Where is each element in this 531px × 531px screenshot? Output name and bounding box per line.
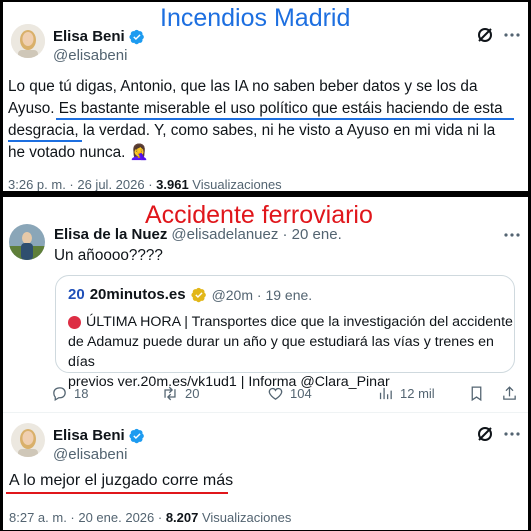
like-count: 104	[290, 386, 312, 401]
reply-icon	[53, 387, 66, 402]
analytics-icon	[379, 387, 392, 400]
overlay-title-incendios: Incendios Madrid	[160, 4, 351, 32]
retweet-button[interactable]: 20	[161, 385, 267, 402]
views-button[interactable]: 12 mil	[377, 385, 435, 402]
reply-count: 18	[74, 386, 89, 401]
retweet-count: 20	[185, 386, 200, 401]
quoted-tweet[interactable]: 20 20minutos.es @20m · 19 ene. ÚLTIMA HO…	[55, 275, 515, 390]
heart-icon	[268, 387, 283, 400]
source-logo-icon: 20	[68, 286, 85, 303]
quote-source-name[interactable]: 20minutos.es	[90, 286, 186, 303]
tweet-timestamp: 3:26 p. m. · 26 jul. 2026 · 3.961 Visual…	[8, 177, 282, 191]
timestamp-text[interactable]: 8:27 a. m. · 20 ene. 2026 ·	[9, 510, 166, 525]
timestamp-text[interactable]: 3:26 p. m. · 26 jul. 2026 ·	[8, 177, 156, 191]
more-options-icon[interactable]	[503, 226, 521, 249]
verified-badge-icon	[129, 428, 144, 443]
tweet-panel-accidente: Elisa de la Nuez @elisadelanuez · 20 ene…	[3, 197, 528, 530]
views-count: 8.207	[165, 510, 199, 525]
red-circle-icon	[68, 315, 81, 329]
verified-badge-icon	[129, 29, 144, 44]
tweet-line: Ayuso. Es bastante miserable el uso polí…	[8, 100, 503, 117]
views-count: 12 mil	[400, 386, 435, 401]
avatar[interactable]	[11, 24, 45, 58]
author-handle[interactable]: @elisabeni	[53, 47, 127, 64]
more-options-icon[interactable]	[503, 425, 521, 448]
avatar[interactable]	[9, 224, 45, 260]
tweet-line: he votado nunca. 🤦‍♀️	[8, 144, 149, 161]
author-handle[interactable]: @elisabeni	[53, 446, 127, 463]
bookmark-icon[interactable]	[468, 385, 485, 402]
tweet-line: Lo que tú digas, Antonio, que las IA no …	[8, 78, 478, 95]
views-label: Visualizaciones	[198, 510, 292, 525]
more-options-icon[interactable]	[503, 26, 521, 49]
highlight-underline	[8, 140, 82, 142]
quote-line: ÚLTIMA HORA | Transportes dice que la in…	[86, 314, 513, 330]
highlight-underline	[56, 118, 514, 120]
share-icon[interactable]	[501, 385, 518, 402]
tweet-body: Lo que tú digas, Antonio, que las IA no …	[8, 76, 528, 164]
author-name[interactable]: Elisa Beni	[53, 427, 125, 444]
like-button[interactable]: 104	[267, 385, 377, 402]
tweet-timestamp: 8:27 a. m. · 20 ene. 2026 · 8.207 Visual…	[9, 510, 291, 525]
views-count: 3.961	[156, 177, 189, 191]
author-name[interactable]: Elisa Beni	[53, 28, 125, 45]
quote-source-handle[interactable]: @20m · 19 ene.	[212, 287, 313, 303]
tweet-body: A lo mejor el juzgado corre más	[9, 472, 234, 489]
views-label: Visualizaciones	[188, 177, 282, 191]
overlay-title-accidente: Accidente ferroviario	[145, 201, 373, 229]
divider	[3, 412, 528, 413]
quote-line: de Adamuz puede durar un año y que estud…	[68, 334, 494, 370]
avatar[interactable]	[11, 423, 45, 457]
retweet-icon	[164, 386, 176, 401]
tweet-actions: 18 20 104 12 mil	[51, 385, 471, 402]
highlight-underline	[6, 492, 228, 494]
quote-body: ÚLTIMA HORA | Transportes dice que la in…	[68, 312, 513, 392]
grok-icon[interactable]	[476, 425, 494, 448]
tweet-line: desgracia, la verdad. Y, como sabes, ni …	[8, 122, 496, 139]
verified-gold-badge-icon	[190, 287, 206, 302]
reply-button[interactable]: 18	[51, 385, 161, 402]
grok-icon[interactable]	[476, 26, 494, 49]
tweet-body: Un añoooo????	[54, 247, 163, 264]
